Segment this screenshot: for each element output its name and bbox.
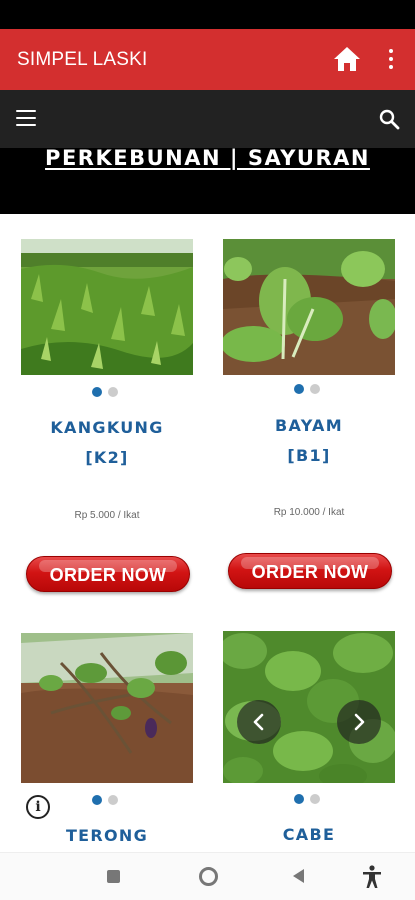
app-title: SIMPEL LASKI — [17, 49, 148, 70]
slide-dot-active[interactable] — [92, 387, 102, 397]
slide-dot[interactable] — [108, 795, 118, 805]
category-banner: PERKEBUNAN | SAYURAN — [0, 148, 415, 214]
slide-dot[interactable] — [310, 794, 320, 804]
back-triangle-icon[interactable] — [293, 869, 304, 883]
product-name: KANGKUNG [K2] — [21, 413, 193, 473]
category-title: PERKEBUNAN | SAYURAN — [45, 148, 370, 170]
slide-indicator[interactable] — [92, 387, 118, 397]
accessibility-icon[interactable] — [362, 865, 382, 889]
product-image-terong[interactable] — [21, 633, 193, 783]
slide-dot[interactable] — [108, 387, 118, 397]
slide-dot-active[interactable] — [294, 384, 304, 394]
slide-dot[interactable] — [310, 384, 320, 394]
search-icon[interactable] — [378, 108, 400, 130]
hamburger-menu-icon[interactable] — [16, 110, 36, 126]
product-name: TERONG — [21, 821, 193, 851]
chevron-left-icon — [253, 713, 264, 731]
app-screen: SIMPEL LASKI PERKEBUNAN | SAYURAN KANGKU… — [0, 0, 415, 900]
product-name-line1: KANGKUNG — [50, 418, 164, 437]
product-image-bayam[interactable] — [223, 239, 395, 375]
slide-dot-active[interactable] — [92, 795, 102, 805]
product-name: BAYAM [B1] — [223, 411, 395, 471]
product-name-line1: TERONG — [65, 826, 149, 845]
home-icon[interactable] — [332, 44, 362, 74]
product-name-line2: [K2] — [85, 448, 129, 467]
product-name-line1: CABE — [282, 825, 336, 844]
slide-indicator[interactable] — [294, 384, 320, 394]
chevron-right-icon — [354, 713, 365, 731]
slide-indicator[interactable] — [294, 794, 320, 804]
recents-square-icon[interactable] — [107, 870, 120, 883]
slide-prev-button[interactable] — [237, 700, 281, 744]
order-now-button[interactable]: ORDER NOW — [228, 553, 392, 589]
more-vert-icon[interactable] — [381, 46, 401, 72]
info-icon[interactable]: i — [26, 795, 50, 819]
slide-next-button[interactable] — [337, 700, 381, 744]
app-bar: SIMPEL LASKI — [0, 29, 415, 90]
slide-dot-active[interactable] — [294, 794, 304, 804]
system-navigation-bar — [0, 852, 415, 900]
order-now-button[interactable]: ORDER NOW — [26, 556, 190, 592]
product-price: Rp 5.000 / Ikat — [74, 510, 140, 521]
product-image-kangkung[interactable] — [21, 239, 193, 375]
product-price: Rp 10.000 / Ikat — [273, 507, 345, 518]
status-bar — [0, 0, 415, 29]
nav-bar — [0, 90, 415, 148]
product-name: CABE — [223, 820, 395, 850]
product-name-line1: BAYAM — [275, 416, 343, 435]
product-name-line2: [B1] — [287, 446, 331, 465]
home-circle-icon[interactable] — [199, 867, 218, 886]
slide-indicator[interactable] — [92, 795, 118, 805]
